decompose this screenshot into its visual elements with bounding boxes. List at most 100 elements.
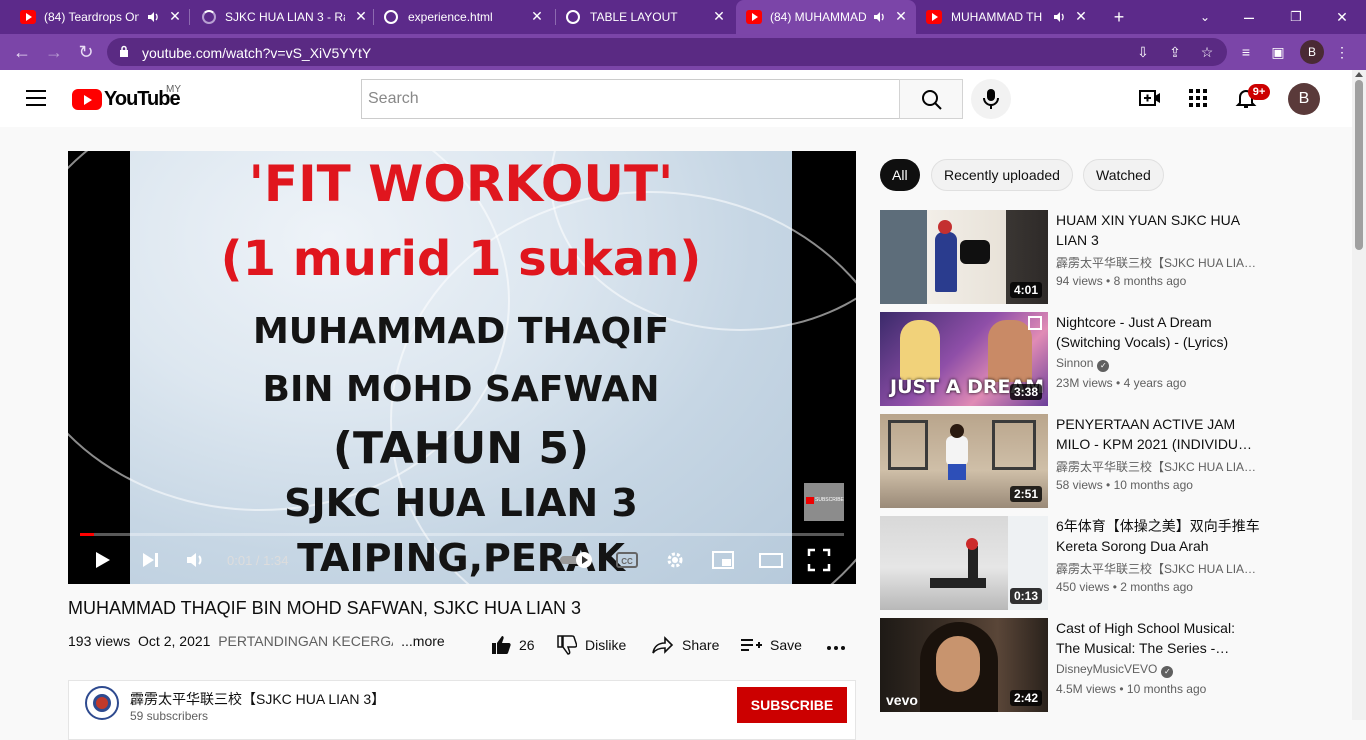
- recommended-video-channel[interactable]: 霹雳太平华联三校【SJKC HUA LIAN…: [1056, 560, 1261, 577]
- video-text-line: (TAHUN 5): [332, 423, 590, 474]
- notification-count-badge: 9+: [1248, 84, 1270, 100]
- browser-tab[interactable]: experience.html ✕: [374, 0, 554, 34]
- tab-close-icon[interactable]: ✕: [1074, 9, 1088, 23]
- speaker-icon[interactable]: [146, 10, 160, 24]
- save-button[interactable]: Save: [740, 633, 802, 657]
- browser-tab[interactable]: TABLE LAYOUT ✕: [556, 0, 736, 34]
- recommended-video-title[interactable]: HUAM XIN YUAN SJKC HUA LIAN 3: [1056, 210, 1261, 250]
- volume-icon[interactable]: [181, 546, 209, 574]
- video-player[interactable]: 'FIT WORKOUT' (1 murid 1 sukan) MUHAMMAD…: [68, 151, 856, 584]
- show-more-link[interactable]: ...more: [401, 633, 445, 649]
- scrollbar-thumb[interactable]: [1355, 80, 1363, 250]
- browser-tab[interactable]: MUHAMMAD TH ✕: [916, 0, 1096, 34]
- tab-close-icon[interactable]: ✕: [712, 9, 726, 23]
- tab-title: TABLE LAYOUT: [590, 10, 678, 24]
- recommended-video-channel[interactable]: DisneyMusicVEVO ✓: [1056, 662, 1261, 678]
- thumbnail-figure: [900, 320, 940, 380]
- share-button[interactable]: Share: [652, 633, 719, 657]
- time-display: 0:01 / 1:34: [227, 553, 289, 568]
- page-scrollbar[interactable]: [1352, 70, 1366, 720]
- subscribe-button[interactable]: SUBSCRIBE: [737, 687, 847, 723]
- video-thumbnail[interactable]: JUST A DREAM 3:38: [880, 312, 1048, 406]
- side-panel-icon[interactable]: ▣: [1270, 44, 1286, 60]
- chip-watched[interactable]: Watched: [1083, 159, 1164, 191]
- youtube-logo[interactable]: YouTube: [72, 88, 181, 111]
- window-close-icon[interactable]: ✕: [1330, 5, 1354, 29]
- tab-close-icon[interactable]: ✕: [354, 9, 368, 23]
- search-button[interactable]: [899, 79, 963, 119]
- autoplay-toggle-icon[interactable]: [558, 546, 594, 574]
- dislike-button[interactable]: Dislike: [557, 633, 626, 657]
- minimize-icon[interactable]: –: [1237, 5, 1261, 29]
- recommended-video[interactable]: JUST A DREAM 3:38 Nightcore - Just A Dre…: [880, 312, 1260, 406]
- tab-close-icon[interactable]: ✕: [894, 9, 908, 23]
- recommended-video-title[interactable]: Nightcore - Just A Dream (Switching Voca…: [1056, 312, 1261, 352]
- install-app-icon[interactable]: ⇩: [1135, 44, 1151, 60]
- search-input[interactable]: [362, 80, 900, 118]
- browser-profile-avatar[interactable]: B: [1300, 40, 1324, 64]
- recommended-video-title[interactable]: Cast of High School Musical: The Musical…: [1056, 618, 1261, 658]
- voice-search-button[interactable]: [971, 79, 1011, 119]
- browser-tab[interactable]: SJKC HUA LIAN 3 - Ra ✕: [190, 0, 372, 34]
- play-icon[interactable]: [88, 546, 116, 574]
- channel-name[interactable]: Sinnon: [1056, 356, 1093, 370]
- theater-mode-icon[interactable]: [757, 546, 785, 574]
- recommended-video-channel[interactable]: Sinnon ✓: [1056, 356, 1261, 372]
- url-text[interactable]: youtube.com/watch?v=vS_XiV5YYtY: [142, 45, 371, 61]
- bookmark-star-icon[interactable]: ☆: [1199, 44, 1215, 60]
- forward-arrow-icon[interactable]: →: [42, 40, 66, 64]
- video-thumbnail[interactable]: 4:01: [880, 210, 1048, 304]
- speaker-icon[interactable]: [1052, 10, 1066, 24]
- apps-grid-icon[interactable]: [1186, 86, 1210, 110]
- new-tab-button[interactable]: +: [1107, 5, 1131, 29]
- video-frame[interactable]: 'FIT WORKOUT' (1 murid 1 sukan) MUHAMMAD…: [68, 151, 856, 584]
- share-page-icon[interactable]: ⇪: [1167, 44, 1183, 60]
- settings-gear-icon[interactable]: [661, 546, 689, 574]
- next-video-icon[interactable]: [136, 546, 164, 574]
- address-bar[interactable]: youtube.com/watch?v=vS_XiV5YYtY ⇩ ⇪ ☆: [107, 38, 1227, 66]
- recommended-video-channel[interactable]: 霹雳太平华联三校【SJKC HUA LIAN…: [1056, 458, 1261, 475]
- miniplayer-icon[interactable]: [709, 546, 737, 574]
- channel-name[interactable]: DisneyMusicVEVO: [1056, 662, 1157, 676]
- recommended-video[interactable]: 2:51 PENYERTAAN ACTIVE JAM MILO - KPM 20…: [880, 414, 1261, 508]
- recommended-video-title[interactable]: PENYERTAAN ACTIVE JAM MILO - KPM 2021 (I…: [1056, 414, 1261, 454]
- youtube-favicon-icon: [20, 10, 36, 24]
- chip-recently-uploaded[interactable]: Recently uploaded: [931, 159, 1073, 191]
- recommended-video[interactable]: vevo 2:42 Cast of High School Musical: T…: [880, 618, 1260, 712]
- lock-icon[interactable]: [119, 45, 129, 58]
- subscribe-watermark[interactable]: SUBSCRIBE: [804, 483, 844, 521]
- recommended-video-title[interactable]: 6年体育【体操之美】双向手推车 Kereta Sorong Dua Arah: [1056, 516, 1261, 556]
- recommended-video-channel[interactable]: 霹雳太平华联三校【SJKC HUA LIAN…: [1056, 254, 1261, 271]
- tab-search-chevron-icon[interactable]: ⌄: [1193, 5, 1217, 29]
- reload-icon[interactable]: ↻: [74, 40, 98, 64]
- chip-all[interactable]: All: [880, 159, 920, 191]
- restore-icon[interactable]: ❐: [1284, 5, 1308, 29]
- create-video-icon[interactable]: [1138, 86, 1162, 110]
- browser-tab[interactable]: (84) Teardrops On ✕: [0, 0, 188, 34]
- browser-menu-icon[interactable]: ⋮: [1334, 44, 1350, 60]
- captions-icon[interactable]: CC: [613, 546, 641, 574]
- browser-tab-active[interactable]: (84) MUHAMMAD ✕: [736, 0, 916, 34]
- account-avatar[interactable]: B: [1288, 83, 1320, 115]
- recommended-video-stats: 58 views • 10 months ago: [1056, 478, 1193, 492]
- channel-avatar[interactable]: [85, 686, 119, 720]
- more-actions-icon[interactable]: [826, 638, 846, 658]
- scroll-up-arrow-icon[interactable]: [1355, 72, 1363, 77]
- recommended-video[interactable]: 4:01 HUAM XIN YUAN SJKC HUA LIAN 3 霹雳太平华…: [880, 210, 1261, 304]
- tab-close-icon[interactable]: ✕: [530, 9, 544, 23]
- fullscreen-icon[interactable]: [805, 546, 833, 574]
- back-arrow-icon[interactable]: ←: [10, 40, 34, 64]
- media-controls-icon[interactable]: ≡: [1238, 44, 1254, 60]
- hamburger-menu-icon[interactable]: [26, 90, 46, 106]
- channel-name[interactable]: 霹雳太平华联三校【SJKC HUA LIAN 3】: [130, 689, 385, 709]
- search-box[interactable]: [361, 79, 900, 119]
- video-thumbnail[interactable]: 0:13: [880, 516, 1048, 610]
- video-meta[interactable]: 193 views Oct 2, 2021 PERTANDINGAN KECER…: [68, 633, 445, 649]
- speaker-icon[interactable]: [872, 10, 886, 24]
- tab-close-icon[interactable]: ✕: [168, 9, 182, 23]
- video-thumbnail[interactable]: vevo 2:42: [880, 618, 1048, 712]
- like-button[interactable]: 26: [491, 633, 535, 657]
- video-thumbnail[interactable]: 2:51: [880, 414, 1048, 508]
- progress-bar[interactable]: [80, 533, 844, 536]
- recommended-video[interactable]: 0:13 6年体育【体操之美】双向手推车 Kereta Sorong Dua A…: [880, 516, 1261, 610]
